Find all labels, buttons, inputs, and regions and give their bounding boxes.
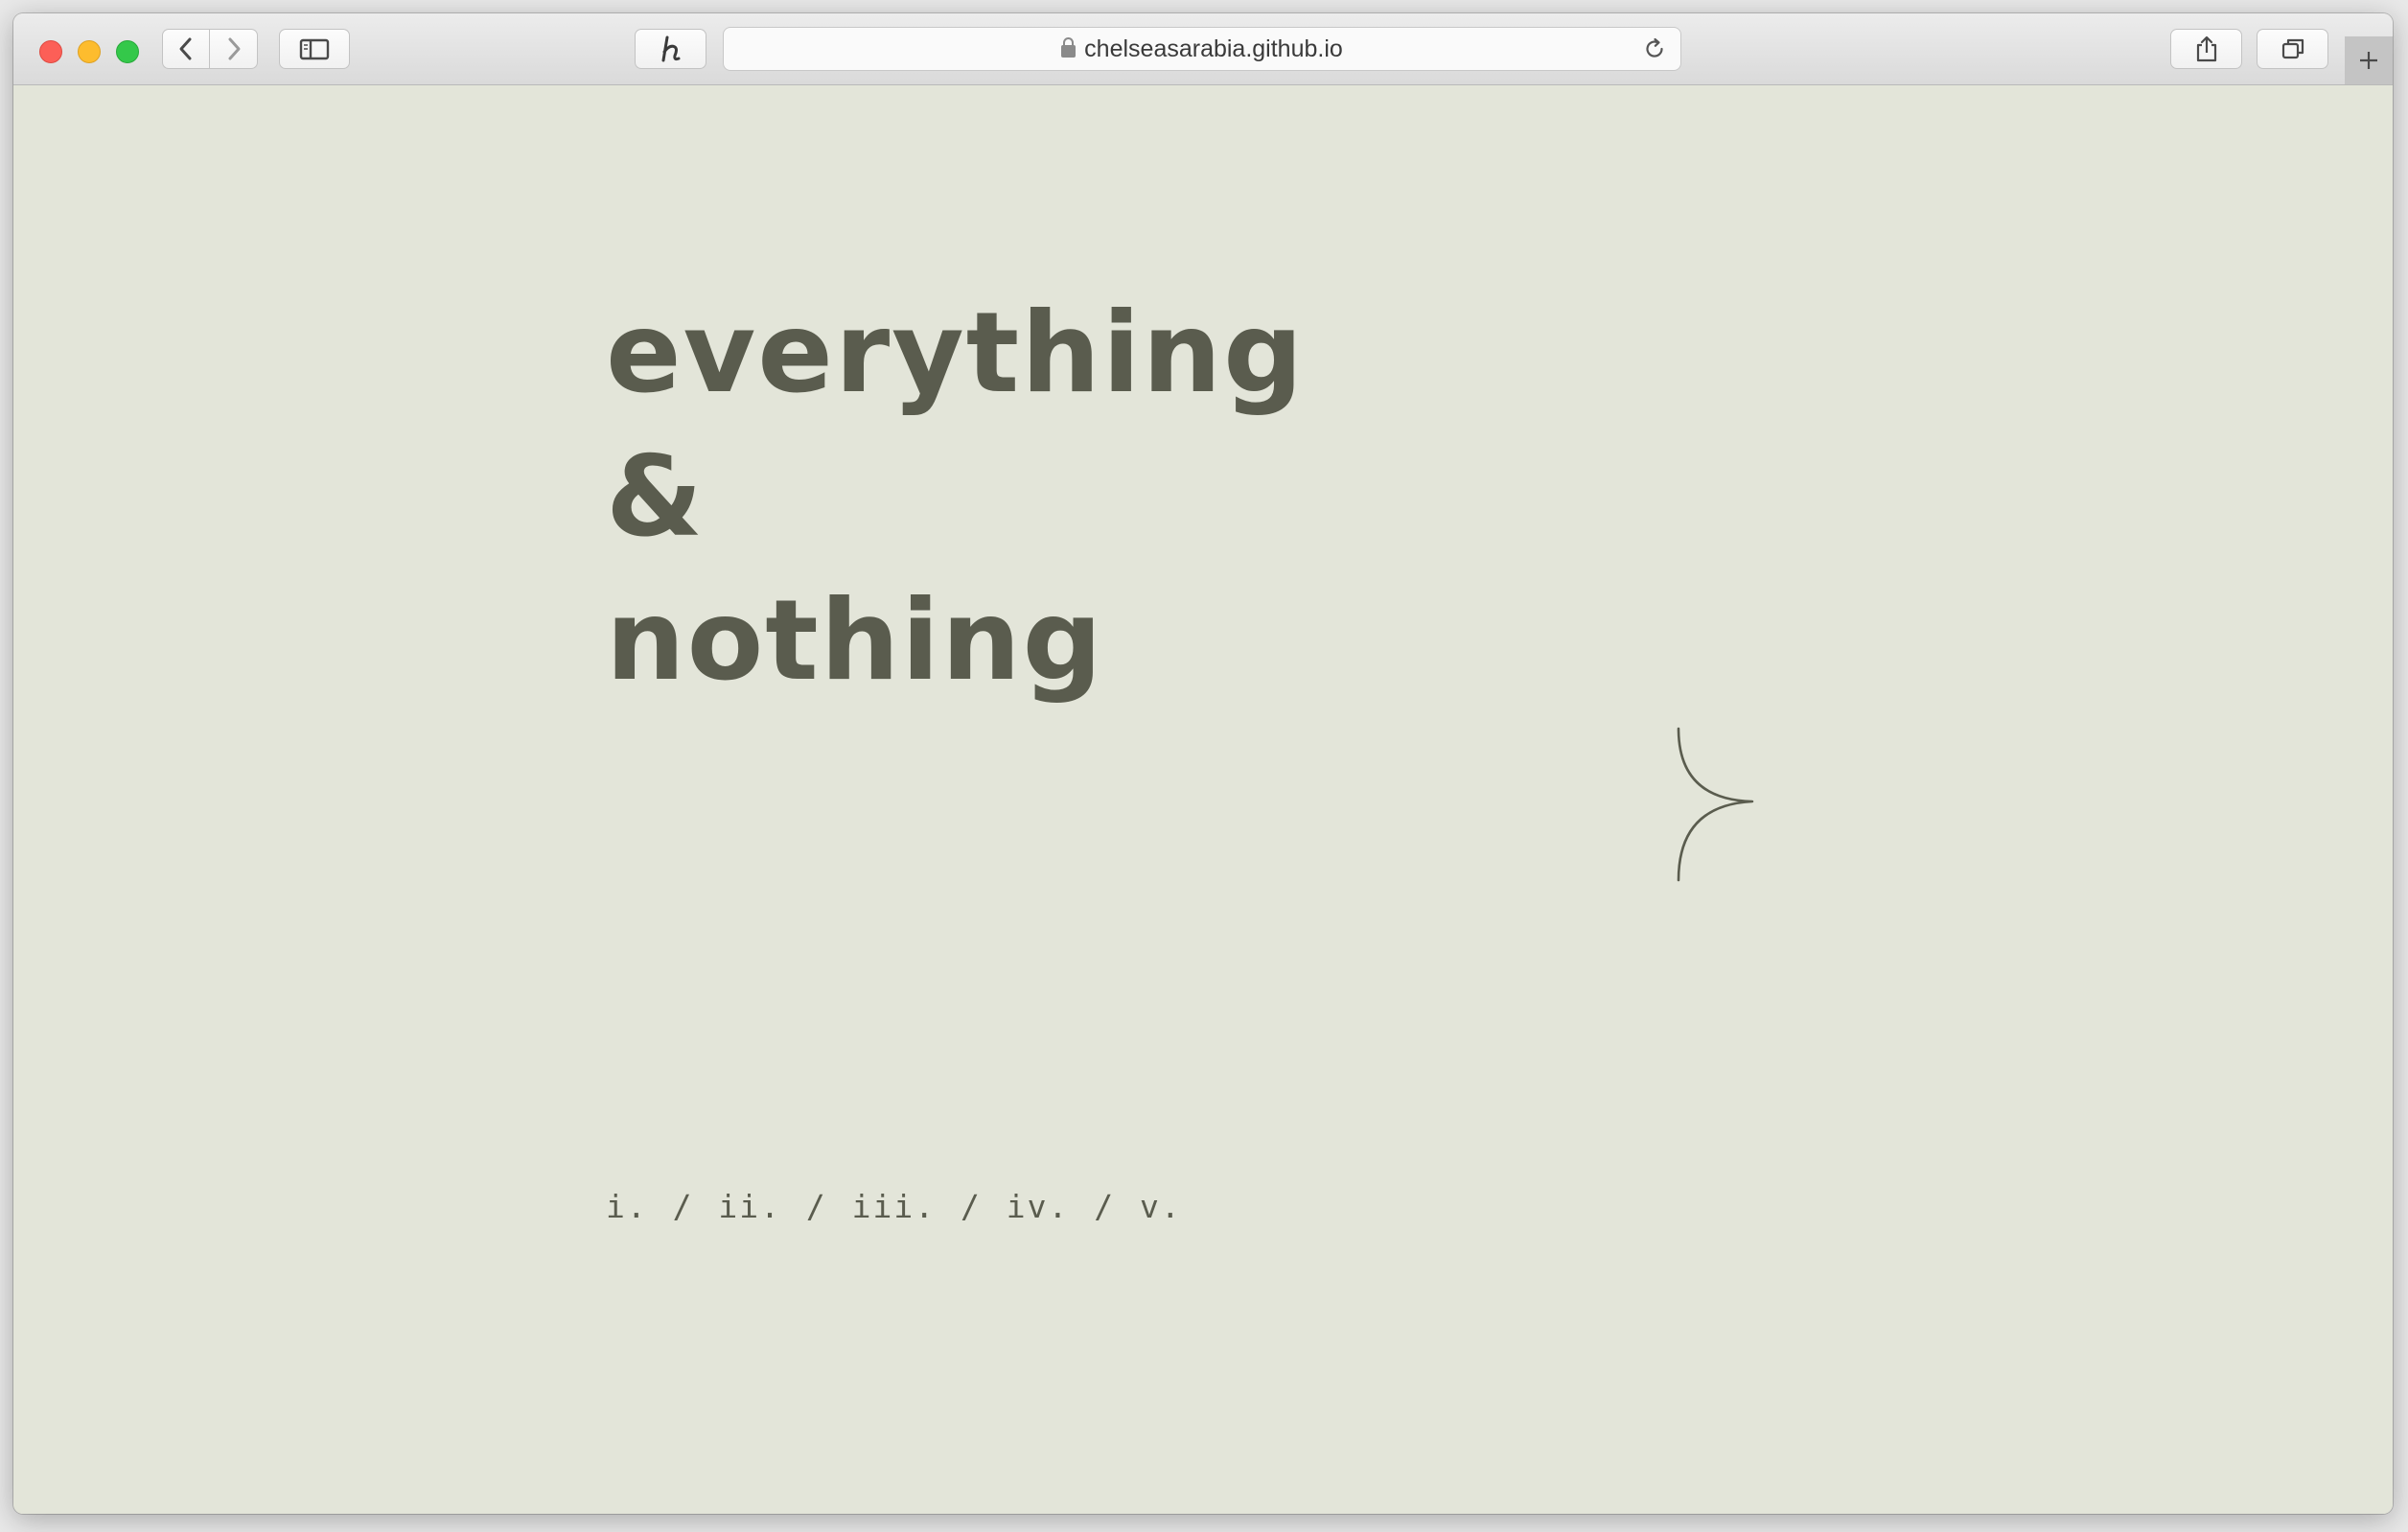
url-text: chelseasarabia.github.io: [1084, 35, 1343, 62]
next-arrow-icon[interactable]: [1676, 727, 1762, 884]
minimize-window-button[interactable]: [78, 40, 101, 63]
chapter-link-i[interactable]: i.: [606, 1188, 648, 1225]
share-icon: [2196, 35, 2216, 62]
tabs-overview-icon: [2281, 38, 2304, 59]
plus-icon: [2360, 52, 2377, 69]
lock-icon: [1061, 37, 1077, 58]
close-window-button[interactable]: [39, 40, 62, 63]
chapter-separator: /: [960, 1188, 982, 1225]
chevron-left-icon: [179, 37, 192, 60]
page-title: everything & nothing: [606, 282, 1305, 713]
browser-toolbar: chelseasarabia.github.io: [13, 13, 2393, 85]
chapter-link-iii[interactable]: iii.: [852, 1188, 936, 1225]
forward-button[interactable]: [210, 29, 258, 69]
title-line: &: [606, 432, 706, 562]
chapter-separator: /: [1094, 1188, 1116, 1225]
page-content: everything & nothing i. / ii. / iii. / i…: [13, 85, 2393, 1514]
sidebar-button[interactable]: [279, 29, 350, 69]
title-line: everything: [606, 289, 1306, 418]
chapter-separator: /: [672, 1188, 694, 1225]
sidebar-icon: [299, 38, 330, 60]
honey-h-icon: [661, 35, 680, 62]
chevron-right-icon: [228, 37, 240, 60]
chapter-link-ii[interactable]: ii.: [718, 1188, 781, 1225]
tabs-overview-button[interactable]: [2257, 29, 2328, 69]
chapter-separator: /: [805, 1188, 827, 1225]
title-line: nothing: [606, 576, 1104, 706]
chapter-link-v[interactable]: v.: [1140, 1188, 1182, 1225]
back-button[interactable]: [162, 29, 210, 69]
reload-icon[interactable]: [1642, 36, 1667, 61]
browser-window: chelseasarabia.github.io everything & no…: [13, 13, 2393, 1514]
chapter-link-iv[interactable]: iv.: [1007, 1188, 1070, 1225]
honey-extension-button[interactable]: [635, 29, 706, 69]
new-tab-button[interactable]: [2345, 36, 2393, 84]
address-bar-text: chelseasarabia.github.io: [724, 28, 1680, 70]
maximize-window-button[interactable]: [116, 40, 139, 63]
chapter-nav: i. / ii. / iii. / iv. / v.: [606, 1188, 1182, 1225]
share-button[interactable]: [2170, 29, 2242, 69]
address-bar[interactable]: chelseasarabia.github.io: [723, 27, 1681, 71]
